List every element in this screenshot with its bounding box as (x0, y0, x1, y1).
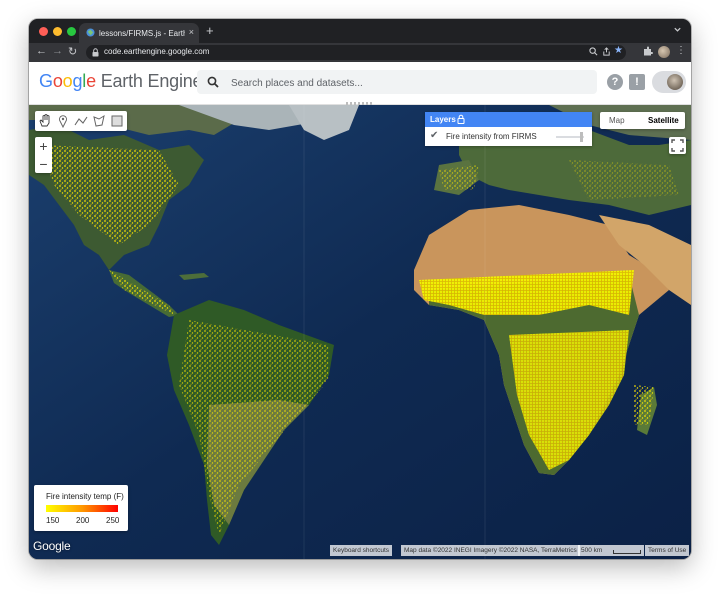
scale-indicator[interactable]: 500 km (578, 545, 644, 556)
close-window-button[interactable] (39, 27, 48, 36)
map-type-satellite-button[interactable]: Satellite (648, 116, 679, 125)
maximize-window-button[interactable] (67, 27, 76, 36)
drawing-tools (35, 111, 127, 131)
earth-engine-logo[interactable]: Google Earth Engine (39, 71, 203, 92)
layers-header[interactable]: Layers (425, 112, 592, 127)
avatar (667, 74, 683, 90)
map-canvas[interactable]: + − Layers ✔ Fire intensity from FIRMS M… (29, 105, 691, 559)
layers-title: Layers (430, 115, 456, 124)
zoom-icon[interactable] (589, 47, 598, 56)
legend-title: Fire intensity temp (F) (46, 492, 124, 501)
layer-row: ✔ Fire intensity from FIRMS (425, 127, 592, 146)
map-type-control: Map Satellite (600, 112, 685, 129)
tab-strip: lessons/FIRMS.js - Earth Engine × + (29, 19, 691, 43)
polygon-icon[interactable] (91, 113, 107, 129)
search-input[interactable] (229, 74, 583, 92)
kebab-menu-icon[interactable]: ⋮ (676, 45, 686, 56)
terms-of-use-link[interactable]: Terms of Use (645, 545, 690, 556)
address-bar[interactable]: code.earthengine.google.com ★ (86, 45, 626, 60)
layer-visibility-checkbox[interactable]: ✔ (430, 130, 438, 141)
logo-product-name: Earth Engine (100, 71, 203, 91)
search-box[interactable] (197, 70, 597, 94)
tab-search-chevron-icon[interactable] (673, 25, 682, 34)
minimize-window-button[interactable] (53, 27, 62, 36)
map-data-attribution: Map data ©2022 INEGI Imagery ©2022 NASA,… (401, 545, 580, 556)
browser-toolbar: ← → ↻ code.earthengine.google.com ★ ⋮ (29, 43, 691, 62)
rectangle-icon[interactable] (109, 113, 125, 129)
point-marker-icon[interactable] (55, 113, 71, 129)
fullscreen-icon (671, 139, 684, 152)
layers-panel: Layers ✔ Fire intensity from FIRMS (425, 112, 592, 146)
opacity-slider-knob[interactable] (580, 132, 583, 142)
browser-tab[interactable]: lessons/FIRMS.js - Earth Engine × (79, 23, 199, 43)
map-type-map-button[interactable]: Map (609, 116, 625, 125)
url-text: code.earthengine.google.com (104, 47, 210, 56)
bookmark-star-icon[interactable]: ★ (614, 45, 623, 56)
zoom-out-button[interactable]: − (35, 155, 52, 173)
account-button[interactable] (652, 71, 686, 93)
zoom-in-button[interactable]: + (35, 137, 52, 155)
keyboard-shortcuts-link[interactable]: Keyboard shortcuts (330, 545, 393, 556)
earth-engine-favicon-icon (86, 28, 95, 37)
close-tab-icon[interactable]: × (189, 27, 194, 37)
share-icon[interactable] (602, 47, 611, 56)
lock-icon (92, 48, 99, 57)
fire-intensity-legend: Fire intensity temp (F) 150 200 250 (34, 485, 128, 531)
satellite-basemap (29, 105, 691, 559)
pan-hand-icon[interactable] (37, 113, 53, 129)
fullscreen-button[interactable] (669, 137, 686, 154)
forward-button[interactable]: → (52, 45, 63, 57)
tab-title: lessons/FIRMS.js - Earth Engine (99, 29, 185, 38)
extensions-icon[interactable] (643, 46, 653, 56)
scale-label: 500 km (581, 547, 603, 554)
legend-color-ramp (46, 505, 118, 512)
google-watermark: Google (33, 539, 71, 553)
feedback-button[interactable]: ! (629, 74, 645, 90)
reload-button[interactable]: ↻ (68, 45, 77, 58)
zoom-controls: + − (35, 137, 52, 173)
line-icon[interactable] (73, 113, 89, 129)
help-button[interactable]: ? (607, 74, 623, 90)
layer-name: Fire intensity from FIRMS (446, 132, 537, 141)
profile-avatar[interactable] (658, 46, 670, 58)
browser-window: lessons/FIRMS.js - Earth Engine × + ← → … (29, 19, 691, 559)
legend-tick: 200 (76, 516, 90, 525)
scale-bar (613, 550, 641, 554)
earth-engine-header: Google Earth Engine ? ! (29, 62, 691, 105)
legend-tick: 150 (46, 516, 60, 525)
back-button[interactable]: ← (36, 45, 47, 57)
new-tab-button[interactable]: + (206, 23, 214, 38)
lock-icon[interactable] (457, 114, 465, 124)
search-icon (207, 76, 219, 88)
legend-tick: 250 (106, 516, 120, 525)
